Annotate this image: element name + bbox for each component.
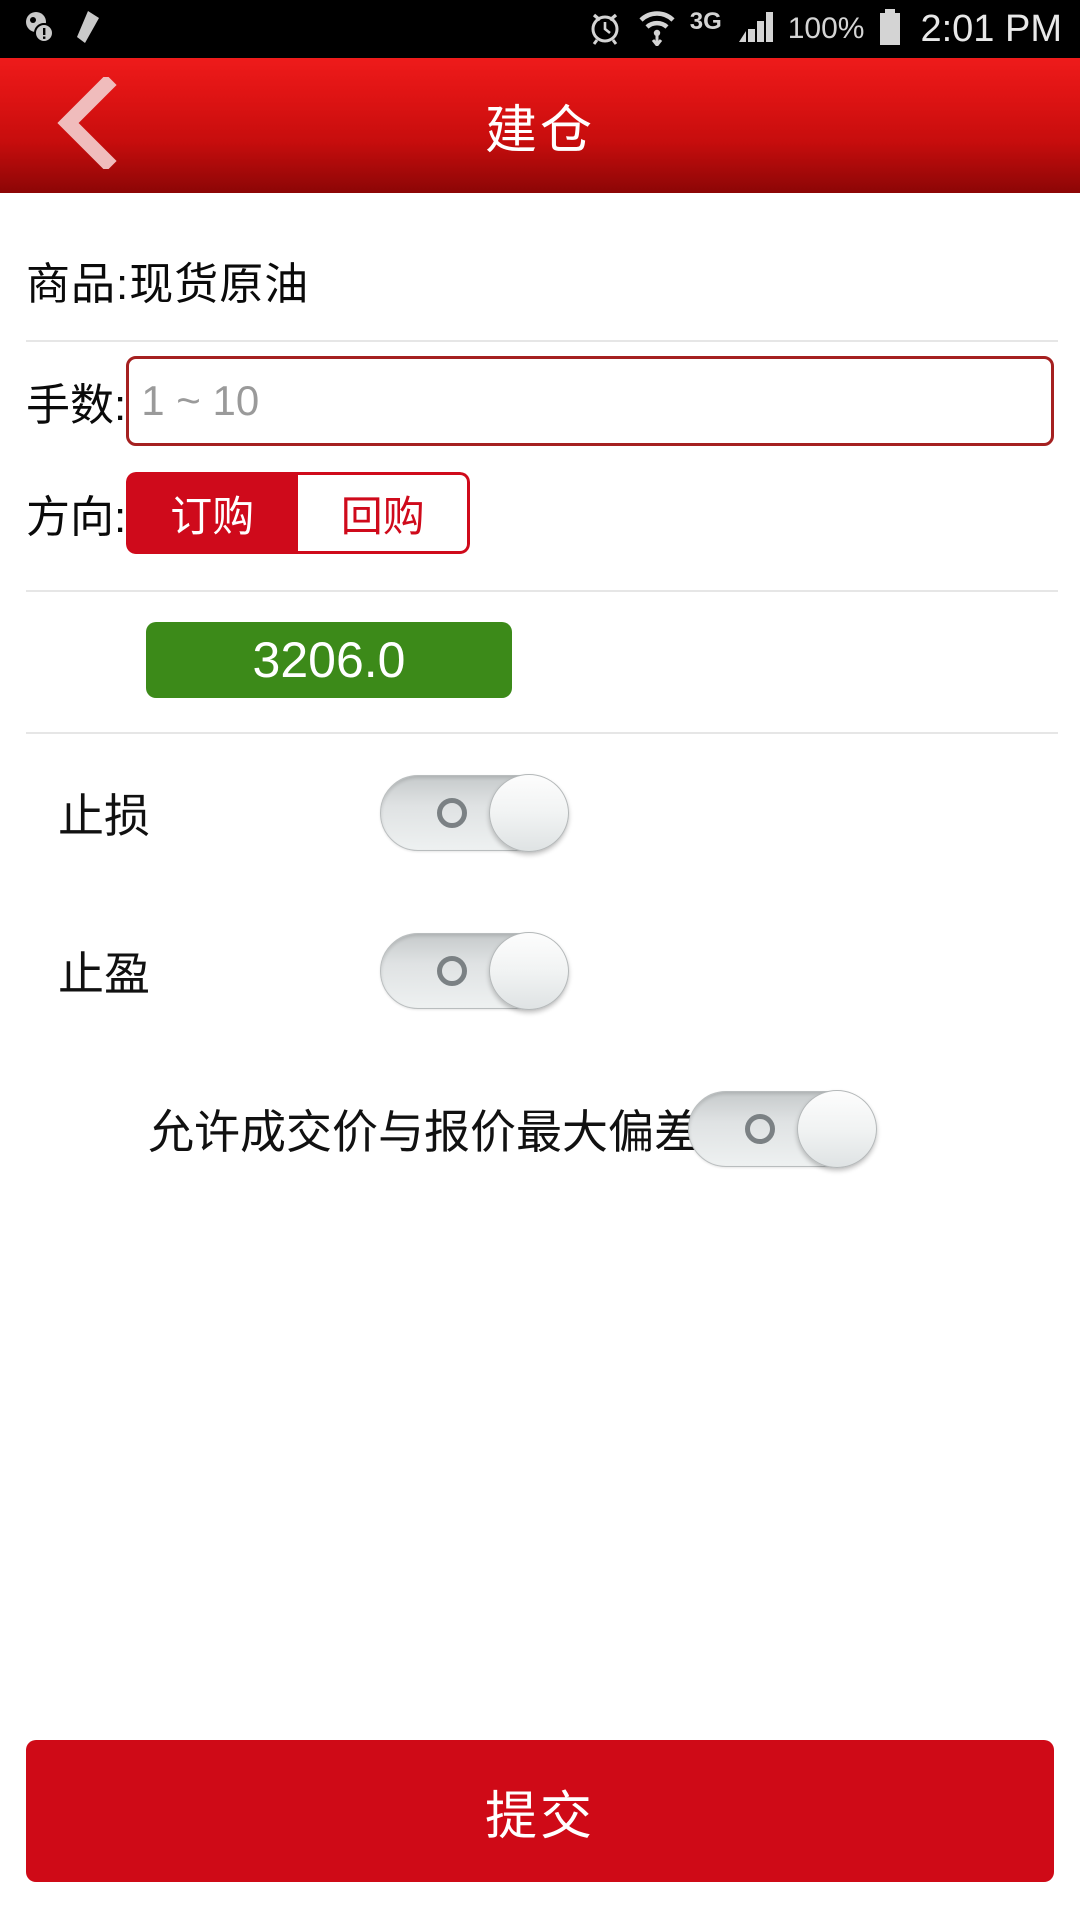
toggle-knob	[797, 1090, 877, 1168]
toggle-knob	[489, 774, 569, 852]
alarm-clock-icon	[586, 8, 624, 51]
back-button[interactable]	[34, 58, 144, 193]
product-row: 商品:现货原油	[0, 193, 1080, 340]
status-bar-right-icons: 3G 100% 2:01 PM	[586, 7, 1062, 52]
notification-warning-icon	[22, 9, 58, 50]
status-bar: 3G 100% 2:01 PM	[0, 0, 1080, 58]
battery-percent-label: 100%	[787, 12, 865, 45]
battery-icon	[877, 7, 903, 52]
divider-above-price	[26, 590, 1058, 592]
chevron-left-icon	[54, 74, 124, 174]
lots-input[interactable]	[126, 356, 1054, 446]
status-bar-left-icons	[22, 9, 102, 50]
take-profit-toggle[interactable]	[380, 932, 569, 1010]
wifi-icon	[637, 8, 677, 51]
price-deviation-toggle[interactable]	[688, 1090, 877, 1168]
take-profit-label: 止盈	[58, 948, 150, 1000]
price-deviation-row: 允许成交价与报价最大偏差	[0, 1050, 1080, 1208]
lots-row: 手数:	[0, 342, 1080, 446]
price-deviation-label: 允许成交价与报价最大偏差	[148, 1106, 700, 1158]
signal-bars-icon	[735, 9, 775, 50]
network-type-label: 3G	[689, 8, 722, 35]
lots-label: 手数:	[26, 381, 127, 430]
stop-loss-row: 止损	[0, 734, 1080, 892]
direction-label: 方向:	[26, 493, 127, 542]
direction-row: 方向: 订购 回购	[0, 446, 1080, 554]
toggle-off-circle-icon	[745, 1114, 775, 1144]
product-label: 商品:现货原油	[26, 260, 310, 309]
price-button[interactable]: 3206.0	[146, 622, 512, 698]
toggle-off-circle-icon	[437, 956, 467, 986]
stop-loss-toggle[interactable]	[380, 774, 569, 852]
order-form: 商品:现货原油 手数: 方向: 订购 回购 3206.0 止损 止盈 允许成交价…	[0, 193, 1080, 1208]
take-profit-row: 止盈	[0, 892, 1080, 1050]
stop-loss-label: 止损	[58, 790, 150, 842]
clock-label: 2:01 PM	[920, 8, 1062, 50]
direction-option-buy[interactable]: 订购	[126, 472, 299, 554]
edit-pencil-icon	[72, 9, 102, 50]
toggle-knob	[489, 932, 569, 1010]
app-header: 建仓	[0, 58, 1080, 193]
page-title: 建仓	[484, 102, 595, 160]
toggle-off-circle-icon	[437, 798, 467, 828]
price-block: 3206.0	[0, 554, 1080, 732]
direction-segmented-control: 订购 回购	[126, 472, 471, 554]
submit-button[interactable]: 提交	[26, 1740, 1054, 1882]
direction-option-sell[interactable]: 回购	[298, 472, 471, 554]
submit-bar: 提交	[0, 1740, 1080, 1882]
